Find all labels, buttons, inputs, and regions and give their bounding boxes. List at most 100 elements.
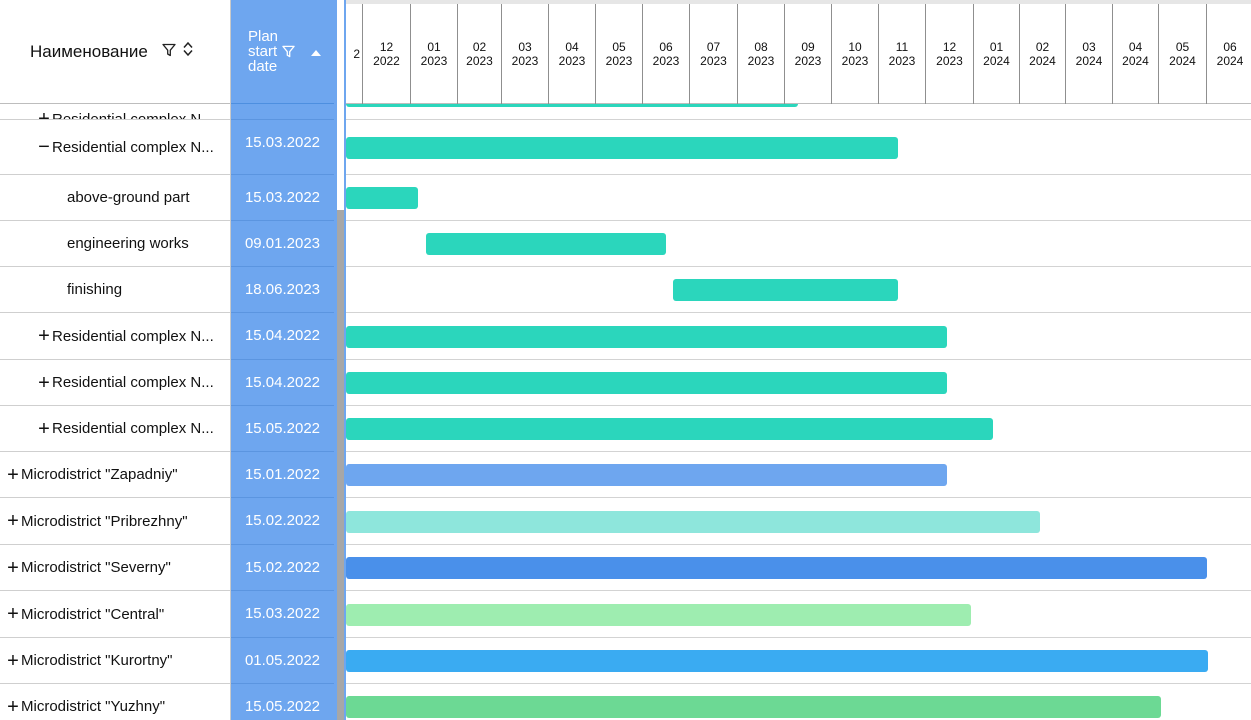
plan-start-date-cell[interactable]: 18.06.2023 (231, 267, 334, 313)
group-row[interactable]: + Residential complex N... (0, 360, 230, 406)
sort-ascending-icon[interactable] (311, 50, 321, 56)
timeline-row-divider (346, 312, 1251, 313)
row-name: Residential complex N... (52, 420, 214, 437)
group-row[interactable]: + Microdistrict "Yuzhny" (0, 684, 230, 720)
group-row[interactable]: + Microdistrict "Zapadniy" (0, 452, 230, 498)
timeline-month: 09 2023 (784, 4, 831, 104)
month-number: 02 (1035, 40, 1050, 54)
gantt-bar[interactable] (346, 326, 947, 348)
plus-icon[interactable]: + (5, 651, 21, 671)
plan-start-date-cell[interactable]: 09.01.2023 (231, 221, 334, 267)
month-number: 06 (1223, 40, 1237, 54)
group-row[interactable]: + Microdistrict "Kurortny" (0, 638, 230, 684)
plan-start-date-cell[interactable]: 15.04.2022 (231, 360, 334, 406)
gantt-bar[interactable] (673, 279, 898, 301)
group-row[interactable]: + Microdistrict "Central" (0, 591, 230, 638)
group-row[interactable]: + Residential complex N... (0, 313, 230, 360)
group-row[interactable]: + Microdistrict "Pribrezhny" (0, 498, 230, 545)
group-row[interactable]: + Residential complex N... (0, 104, 230, 120)
plan-start-date-cell[interactable]: 15.04.2022 (231, 313, 334, 360)
timeline-row-divider (346, 683, 1251, 684)
month-year: 2024 (1075, 54, 1103, 68)
month-year: 2023 (841, 54, 869, 68)
month-year: 2024 (983, 54, 1010, 68)
plus-icon[interactable]: + (5, 697, 21, 717)
plan-start-date-cell[interactable]: 15.05.2022 (231, 406, 334, 452)
gantt-bar[interactable] (346, 696, 1161, 718)
plan-start-date-cell[interactable]: 15.03.2022 (231, 175, 334, 221)
timeline-month: 04 2023 (548, 4, 595, 104)
gantt-bar[interactable] (346, 604, 971, 626)
task-row[interactable]: finishing (0, 267, 230, 313)
plan-start-date-title-line: start (248, 43, 278, 60)
plan-start-date-cell[interactable]: 15.02.2022 (231, 498, 334, 545)
row-name: engineering works (67, 235, 189, 252)
gantt-bar[interactable] (346, 372, 947, 394)
month-year: 2023 (888, 54, 916, 68)
month-number: 09 (801, 40, 815, 54)
plan-start-date-cell[interactable]: 15.02.2022 (231, 545, 334, 591)
month-number: 07 (706, 40, 721, 54)
group-row[interactable]: − Residential complex N... (0, 120, 230, 175)
sort-icon[interactable] (182, 41, 194, 62)
gantt-bar[interactable] (346, 464, 947, 486)
gantt-bar[interactable] (346, 557, 1207, 579)
scrollbar-thumb[interactable] (337, 210, 344, 720)
plan-start-date-cell[interactable]: 15.03.2022 (231, 120, 334, 175)
plus-icon[interactable]: + (36, 419, 52, 439)
plus-icon[interactable]: + (5, 465, 21, 485)
task-row[interactable]: above-ground part (0, 175, 230, 221)
timeline-row-divider (346, 220, 1251, 221)
month-year: 2023 (558, 54, 586, 68)
month-year: 2023 (794, 54, 822, 68)
gantt-bar[interactable] (346, 187, 418, 209)
timeline-header: 2 12 2022 01 2023 02 2023 03 2023 04 2023 05 2023 06 2… (346, 0, 1251, 104)
gantt-bar[interactable] (346, 650, 1208, 672)
plan-start-date-header[interactable]: Plan start date (231, 0, 334, 104)
plus-icon[interactable]: + (5, 511, 21, 531)
row-name: Residential complex N... (52, 138, 214, 156)
plus-icon[interactable]: + (5, 558, 21, 578)
plus-icon[interactable]: + (36, 109, 52, 119)
plan-start-date-cell[interactable]: 15.05.2022 (231, 684, 334, 720)
plan-start-date-cell[interactable] (231, 104, 334, 120)
task-row[interactable]: engineering works (0, 221, 230, 267)
gantt-bar[interactable] (346, 418, 993, 440)
month-year: 2023 (747, 54, 775, 68)
gantt-bar[interactable] (346, 137, 898, 159)
name-column: Наименование + Residential complex N... − R… (0, 0, 231, 720)
timeline-row-divider (346, 266, 1251, 267)
month-number: 03 (1082, 40, 1096, 54)
plus-icon[interactable]: + (36, 326, 52, 346)
timeline-month: 06 2024 (1206, 4, 1251, 104)
filter-icon[interactable] (282, 45, 295, 58)
month-year: 2022 (373, 54, 400, 68)
column-splitter[interactable] (334, 0, 346, 720)
timeline-month: 11 2023 (878, 4, 925, 104)
plan-start-date-cell[interactable]: 01.05.2022 (231, 638, 334, 684)
plan-start-date-cell[interactable]: 15.03.2022 (231, 591, 334, 638)
timeline-month: 08 2023 (737, 4, 784, 104)
plan-start-date-title-line: Plan (248, 28, 279, 45)
timeline-row-divider (346, 637, 1251, 638)
plus-icon[interactable]: + (36, 373, 52, 393)
timeline-month: 12 2023 (925, 4, 973, 104)
group-row[interactable]: + Microdistrict "Severny" (0, 545, 230, 591)
row-name: Microdistrict "Yuzhny" (21, 698, 166, 715)
filter-icon[interactable] (162, 42, 176, 62)
group-row[interactable]: + Residential complex N... (0, 406, 230, 452)
month-year: 2024 (1169, 54, 1196, 68)
name-column-header[interactable]: Наименование (0, 0, 230, 104)
gantt-bar[interactable] (426, 233, 666, 255)
row-name: Microdistrict "Kurortny" (21, 652, 173, 669)
timeline-month: 06 2023 (642, 4, 689, 104)
minus-icon[interactable]: − (36, 137, 52, 157)
timeline-month-partial: 2 (353, 47, 360, 61)
month-year: 2023 (466, 54, 493, 68)
plan-start-date-cell[interactable]: 15.01.2022 (231, 452, 334, 498)
timeline-row-divider (346, 405, 1251, 406)
gantt-bar[interactable] (346, 511, 1040, 533)
plus-icon[interactable]: + (5, 604, 21, 624)
month-year: 2023 (511, 54, 539, 68)
month-number: 03 (518, 40, 532, 54)
